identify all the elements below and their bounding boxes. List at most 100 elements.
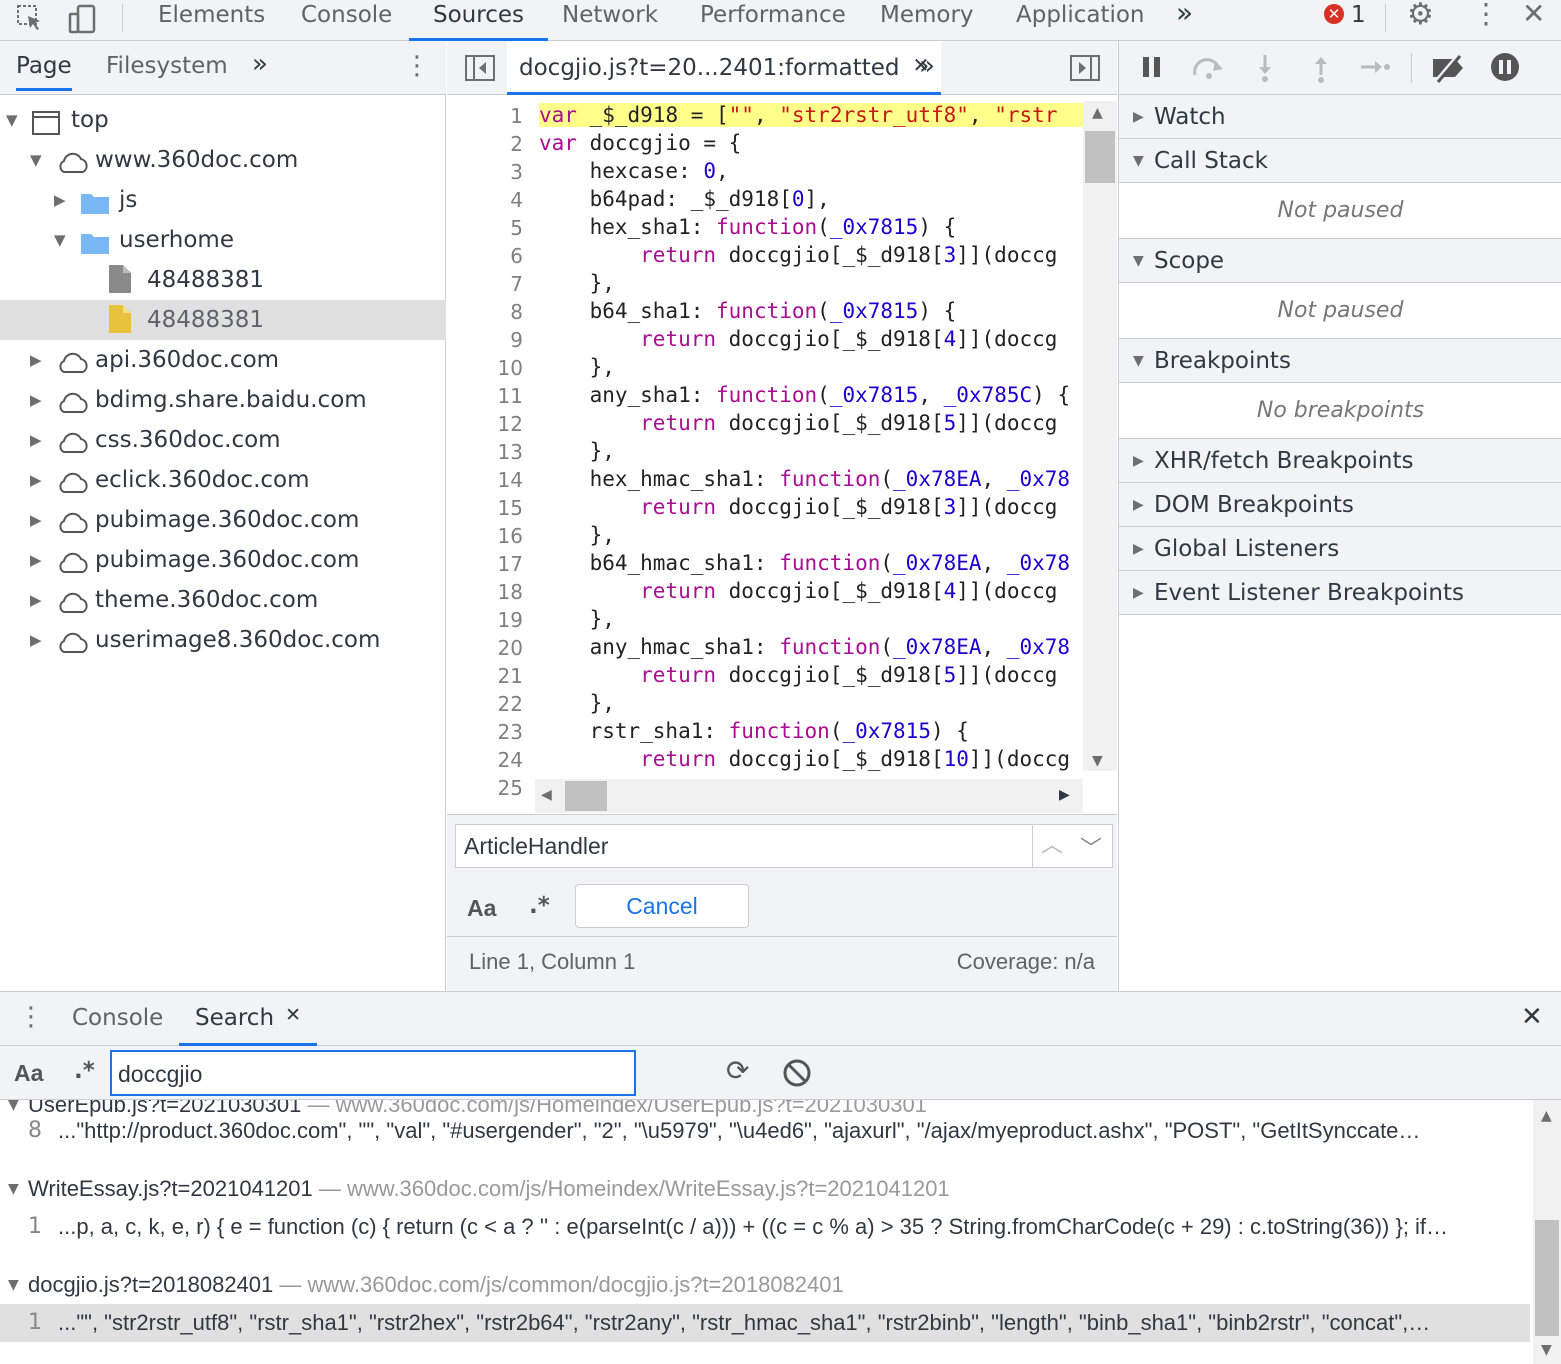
navigator-menu-kebab-icon[interactable]: ⋮ [404,51,430,81]
debugger-section-header[interactable]: ▼ Breakpoints [1119,339,1561,383]
collapsed-triangle-icon[interactable]: ▶ [30,540,44,580]
code-line[interactable]: b64_sha1: function(_0x7815) { [539,299,957,323]
close-drawer-icon[interactable]: ✕ [1521,1002,1543,1032]
tab-filesystem[interactable]: Filesystem [106,53,228,79]
scroll-thumb[interactable] [1085,131,1115,183]
search-regex-toggle[interactable]: .* [74,1058,95,1084]
line-number[interactable]: 23 [447,720,523,744]
tree-item[interactable]: ▶ api.360doc.com [0,340,446,380]
scroll-right-arrow-icon[interactable]: ▶ [1059,787,1070,803]
collapsed-triangle-icon[interactable]: ▶ [30,420,44,460]
expanded-triangle-icon[interactable]: ▼ [1133,139,1144,183]
tree-item[interactable]: 48488381 [0,260,446,300]
line-number[interactable]: 5 [447,216,523,240]
tree-item[interactable]: ▶ pubimage.360doc.com [0,540,446,580]
line-number[interactable]: 11 [447,384,523,408]
line-number[interactable]: 24 [447,748,523,772]
error-count[interactable]: 1 [1351,0,1366,30]
code-line[interactable]: hex_sha1: function(_0x7815) { [539,215,957,239]
code-line[interactable]: return doccgjio[_$_d918[5]](doccg [539,663,1057,687]
error-icon[interactable]: ✕ [1324,4,1344,24]
tab-performance[interactable]: Performance [700,0,846,40]
collapsed-triangle-icon[interactable]: ▶ [1133,439,1144,483]
collapsed-triangle-icon[interactable]: ▶ [30,620,44,660]
more-editor-tabs-icon[interactable]: » [919,51,935,81]
code-line[interactable]: return doccgjio[_$_d918[3]](doccg [539,495,1057,519]
expanded-triangle-icon[interactable]: ▼ [30,140,44,180]
code-line[interactable]: return doccgjio[_$_d918[3]](doccg [539,243,1057,267]
line-number[interactable]: 15 [447,496,523,520]
debugger-section-header[interactable]: ▼ Call Stack [1119,139,1561,183]
line-number[interactable]: 10 [447,356,523,380]
refresh-search-icon[interactable]: ⟳ [726,1056,749,1086]
code-line[interactable]: }, [539,271,615,295]
collapsed-triangle-icon[interactable]: ▶ [1133,571,1144,615]
code-line[interactable]: return doccgjio[_$_d918[10]](doccg [539,747,1070,771]
expanded-triangle-icon[interactable]: ▼ [6,100,20,140]
code-line[interactable]: var _$_d918 = ["", "str2rstr_utf8", "rst… [539,103,1083,127]
line-number[interactable]: 12 [447,412,523,436]
debugger-section-header[interactable]: ▶ Global Listeners [1119,527,1561,571]
code-line[interactable]: b64_hmac_sha1: function(_0x78EA, _0x78 [539,551,1071,575]
line-number[interactable]: 1 [447,104,523,128]
tree-item[interactable]: ▶ bdimg.share.baidu.com [0,380,446,420]
find-cancel-button[interactable]: Cancel [575,884,749,928]
tree-item[interactable]: ▶ theme.360doc.com [0,580,446,620]
collapsed-triangle-icon[interactable]: ▶ [30,340,44,380]
tree-item[interactable]: 48488381 [0,300,446,340]
code-view[interactable]: 1 var _$_d918 = ["", "str2rstr_utf8", "rs… [447,103,1117,849]
search-result-line[interactable]: 1 ...p, a, c, k, e, r) { e = function (c)… [0,1208,1530,1246]
code-line[interactable]: b64pad: _$_d918[0], [539,187,830,211]
search-input[interactable]: doccgjio [110,1050,636,1096]
debugger-section-header[interactable]: ▶ XHR/fetch Breakpoints [1119,439,1561,483]
more-options-kebab-icon[interactable]: ⋮ [1472,0,1500,28]
expanded-triangle-icon[interactable]: ▼ [1133,239,1144,283]
more-navigator-tabs-icon[interactable]: » [252,49,268,79]
collapsed-triangle-icon[interactable]: ▶ [30,580,44,620]
results-scroll-up-arrow-icon[interactable]: ▲ [1541,1108,1552,1124]
code-line[interactable]: return doccgjio[_$_d918[5]](doccg [539,411,1057,435]
line-number[interactable]: 8 [447,300,523,324]
tree-item[interactable]: ▶ pubimage.360doc.com [0,500,446,540]
toggle-navigator-icon[interactable] [465,55,495,85]
expanded-triangle-icon[interactable]: ▼ [8,1170,19,1208]
device-toolbar-icon[interactable] [68,4,98,38]
line-number[interactable]: 7 [447,272,523,296]
tree-item[interactable]: ▶ eclick.360doc.com [0,460,446,500]
line-number[interactable]: 14 [447,468,523,492]
line-number[interactable]: 25 [447,776,523,800]
code-line[interactable]: any_sha1: function(_0x7815, _0x785C) { [539,383,1071,407]
tree-item[interactable]: ▼ top [0,100,446,140]
close-devtools-icon[interactable]: ✕ [1522,0,1545,28]
results-scroll-thumb[interactable] [1535,1220,1559,1336]
line-number[interactable]: 20 [447,636,523,660]
settings-gear-icon[interactable]: ⚙ [1407,0,1434,30]
code-line[interactable]: return doccgjio[_$_d918[4]](doccg [539,327,1057,351]
scroll-down-arrow-icon[interactable]: ▼ [1092,753,1103,769]
collapsed-triangle-icon[interactable]: ▶ [30,460,44,500]
line-number[interactable]: 17 [447,552,523,576]
code-horizontal-scrollbar[interactable]: ◀ ▶ [535,779,1083,813]
code-line[interactable]: rstr_sha1: function(_0x7815) { [539,719,969,743]
collapsed-triangle-icon[interactable]: ▶ [1133,527,1144,571]
find-next-chevron-down-icon[interactable]: ﹀ [1080,831,1102,863]
line-number[interactable]: 19 [447,608,523,632]
match-case-toggle[interactable]: Aa [467,895,496,922]
more-tabs-chevron-icon[interactable]: » [1176,0,1193,40]
tab-console[interactable]: Console [301,0,392,40]
results-vertical-scrollbar[interactable]: ▲ ▼ [1533,1100,1561,1364]
collapsed-triangle-icon[interactable]: ▶ [30,380,44,420]
search-result-file-header[interactable]: ▼ WriteEssay.js?t=2021041201 — www.360doc… [0,1170,1530,1208]
collapsed-triangle-icon[interactable]: ▶ [1133,95,1144,139]
results-scroll-down-arrow-icon[interactable]: ▼ [1541,1342,1552,1358]
find-input[interactable]: ArticleHandler [464,825,608,867]
code-line[interactable]: }, [539,355,615,379]
scroll-left-arrow-icon[interactable]: ◀ [541,787,552,803]
line-number[interactable]: 18 [447,580,523,604]
tab-elements[interactable]: Elements [158,0,265,40]
expanded-triangle-icon[interactable]: ▼ [54,220,68,260]
expanded-triangle-icon[interactable]: ▼ [1133,339,1144,383]
step-out-icon[interactable] [1311,53,1331,87]
line-number[interactable]: 9 [447,328,523,352]
code-line[interactable]: hex_hmac_sha1: function(_0x78EA, _0x78 [539,467,1071,491]
